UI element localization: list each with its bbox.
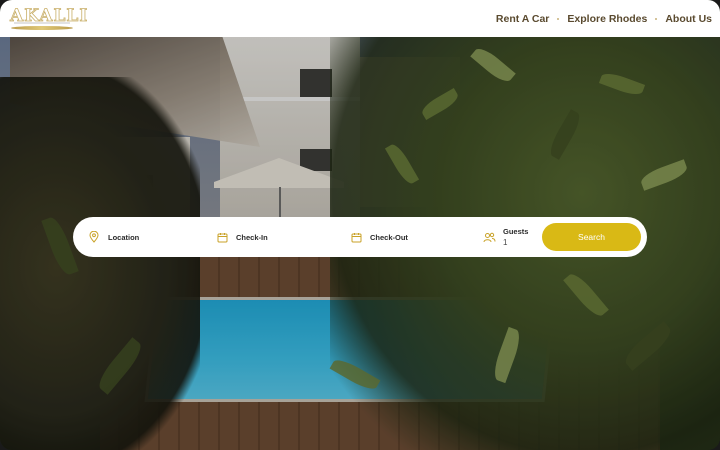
checkin-field[interactable]: Check-In xyxy=(215,217,349,257)
booking-search-bar: Location Check-In Check-Out Guests 1 Sea… xyxy=(73,217,647,257)
guests-label: Guests xyxy=(503,227,529,236)
location-field[interactable]: Location xyxy=(87,217,215,257)
logo-swoosh xyxy=(11,25,73,30)
nav-separator xyxy=(557,17,560,20)
nav-about-us[interactable]: About Us xyxy=(665,13,712,25)
users-icon xyxy=(482,230,496,244)
main-nav: Rent A Car Explore Rhodes About Us xyxy=(496,13,712,25)
logo[interactable]: AKALLI xyxy=(10,5,88,33)
page-frame: AKALLI Rent A Car Explore Rhodes About U… xyxy=(0,0,720,450)
checkout-field[interactable]: Check-Out xyxy=(349,217,482,257)
logo-underline xyxy=(14,21,70,24)
guests-field[interactable]: Guests 1 xyxy=(482,217,538,257)
checkin-label: Check-In xyxy=(236,232,268,242)
search-button[interactable]: Search xyxy=(542,223,641,251)
guests-count[interactable]: 1 xyxy=(503,238,528,247)
nav-explore-rhodes[interactable]: Explore Rhodes xyxy=(567,13,647,25)
site-header: AKALLI Rent A Car Explore Rhodes About U… xyxy=(0,0,720,37)
guests-block: Guests 1 xyxy=(503,227,528,247)
nav-separator xyxy=(655,17,658,20)
map-pin-icon xyxy=(87,230,101,244)
nav-rent-a-car[interactable]: Rent A Car xyxy=(496,13,549,25)
checkout-label: Check-Out xyxy=(370,232,408,242)
calendar-icon xyxy=(215,230,229,244)
location-label: Location xyxy=(108,232,140,242)
calendar-icon xyxy=(349,230,363,244)
